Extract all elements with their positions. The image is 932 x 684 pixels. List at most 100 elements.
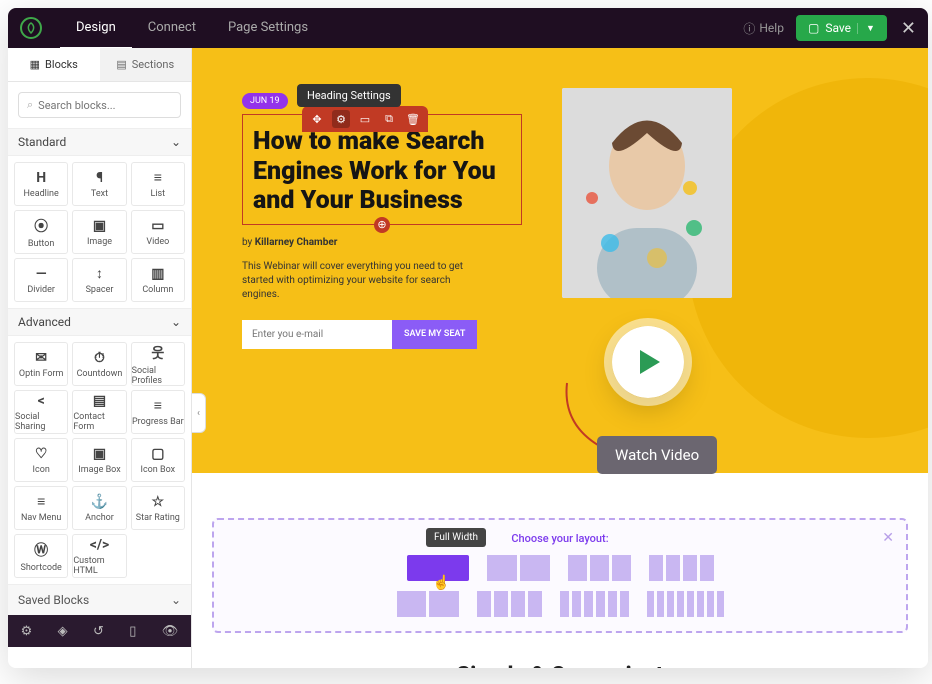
block-headline[interactable]: HHeadline bbox=[14, 162, 68, 206]
chevron-down-icon: ⌄ bbox=[171, 135, 181, 149]
date-tag: JUN 19 bbox=[242, 93, 288, 109]
block-contact-form[interactable]: ▤Contact Form bbox=[72, 390, 126, 434]
block-label: Divider bbox=[27, 285, 55, 295]
block-button[interactable]: ⦿Button bbox=[14, 210, 68, 254]
heading-settings-tooltip: Heading Settings bbox=[297, 84, 401, 107]
icon-icon: ♡ bbox=[35, 446, 48, 462]
block-label: Icon Box bbox=[141, 465, 176, 475]
submit-button[interactable]: SAVE MY SEAT bbox=[392, 320, 477, 349]
layout-option-4col[interactable] bbox=[649, 555, 714, 581]
nav-design[interactable]: Design bbox=[60, 8, 132, 49]
move-icon[interactable]: ✥ bbox=[308, 110, 326, 128]
watch-video-button[interactable]: Watch Video bbox=[597, 436, 717, 474]
spacer-icon: ↕ bbox=[96, 265, 103, 282]
app-logo-icon bbox=[20, 17, 42, 39]
top-bar: Design Connect Page Settings ⓘHelp ▢ Sav… bbox=[8, 8, 928, 48]
block-icon[interactable]: ♡Icon bbox=[14, 438, 68, 482]
group-advanced-header[interactable]: Advanced⌄ bbox=[8, 308, 191, 336]
block-column[interactable]: ▥Column bbox=[131, 258, 185, 302]
block-label: Shortcode bbox=[20, 563, 61, 573]
group-standard-header[interactable]: Standard⌄ bbox=[8, 128, 191, 156]
sections-icon: ▤ bbox=[116, 58, 126, 71]
block-social-profiles[interactable]: 웃 Social Profiles bbox=[131, 342, 185, 386]
optin-form: SAVE MY SEAT bbox=[242, 320, 522, 349]
block-progress-bar[interactable]: ≡ Progress Bar bbox=[131, 390, 185, 434]
preview-eye-icon[interactable]: 👁 bbox=[162, 624, 179, 639]
block-shortcode[interactable]: ⓌShortcode bbox=[14, 534, 68, 578]
text-icon: ¶ bbox=[96, 170, 103, 186]
layout-option-full[interactable]: ☝ bbox=[407, 555, 469, 581]
divider-icon: — bbox=[36, 266, 47, 282]
layout-option-5col[interactable] bbox=[477, 591, 542, 617]
sidebar-collapse-handle[interactable]: ‹ bbox=[192, 393, 206, 433]
save-dropdown-icon[interactable]: ▼ bbox=[857, 23, 875, 34]
block-star-rating[interactable]: ☆Star Rating bbox=[131, 486, 185, 530]
block-spacer[interactable]: ↕ Spacer bbox=[72, 258, 126, 302]
duplicate-icon[interactable]: ⧉ bbox=[380, 110, 398, 128]
gear-icon[interactable]: ⚙ bbox=[332, 110, 350, 128]
layout-option-1-2[interactable] bbox=[397, 591, 459, 617]
block-anchor[interactable]: ⚓Anchor bbox=[72, 486, 126, 530]
style-icon[interactable]: ▭ bbox=[356, 110, 374, 128]
element-toolbar: ✥ ⚙ ▭ ⧉ 🗑 bbox=[302, 106, 428, 132]
email-input[interactable] bbox=[242, 320, 392, 349]
social-profiles-icon: 웃 bbox=[151, 343, 164, 363]
cursor-hand-icon: ☝ bbox=[433, 575, 450, 591]
tab-sections[interactable]: ▤Sections bbox=[100, 48, 192, 81]
save-icon: ▢ bbox=[808, 21, 819, 35]
block-label: Headline bbox=[24, 189, 59, 199]
canvas: JUN 19 Heading Settings ✥ ⚙ ▭ ⧉ 🗑 bbox=[192, 48, 928, 668]
blocks-icon: ▦ bbox=[30, 58, 40, 71]
block-divider[interactable]: — Divider bbox=[14, 258, 68, 302]
block-countdown[interactable]: ⏱Countdown bbox=[72, 342, 126, 386]
block-video[interactable]: ▭Video bbox=[131, 210, 185, 254]
block-nav-menu[interactable]: ≡Nav Menu bbox=[14, 486, 68, 530]
progress-bar-icon: ≡ bbox=[154, 397, 162, 414]
search-input[interactable] bbox=[38, 99, 172, 112]
play-icon bbox=[640, 350, 660, 374]
layout-option-8col[interactable] bbox=[647, 591, 724, 617]
tab-blocks[interactable]: ▦Blocks bbox=[8, 48, 100, 81]
nav-page-settings[interactable]: Page Settings bbox=[212, 8, 324, 49]
block-icon-box[interactable]: ▢Icon Box bbox=[131, 438, 185, 482]
block-label: Social Profiles bbox=[132, 366, 184, 386]
block-label: Anchor bbox=[85, 513, 114, 523]
block-image-box[interactable]: ▣Image Box bbox=[72, 438, 126, 482]
close-icon[interactable]: ✕ bbox=[882, 530, 894, 546]
delete-icon[interactable]: 🗑 bbox=[404, 110, 422, 128]
layout-option-2col[interactable] bbox=[487, 555, 550, 581]
search-box[interactable]: ⌕ bbox=[18, 92, 181, 118]
save-button[interactable]: ▢ Save ▼ bbox=[796, 15, 887, 41]
close-icon[interactable]: ✕ bbox=[901, 18, 916, 39]
block-label: Spacer bbox=[86, 285, 114, 295]
video-icon: ▭ bbox=[151, 218, 164, 234]
history-icon[interactable]: ↺ bbox=[93, 624, 104, 639]
layout-option-6col[interactable] bbox=[560, 591, 629, 617]
mobile-preview-icon[interactable]: ▯ bbox=[129, 624, 136, 639]
sidebar: ▦Blocks ▤Sections ⌕ Standard⌄ HHeadline¶… bbox=[8, 48, 192, 668]
block-label: Progress Bar bbox=[132, 417, 184, 427]
byline: by Killarney Chamber bbox=[242, 237, 522, 248]
contact-form-icon: ▤ bbox=[93, 393, 106, 409]
block-label: Column bbox=[142, 285, 173, 295]
block-list[interactable]: ≡List bbox=[131, 162, 185, 206]
layout-option-3col[interactable] bbox=[568, 555, 631, 581]
settings-icon[interactable]: ⚙ bbox=[21, 624, 33, 639]
sidebar-footer: ⚙ ◈ ↺ ▯ 👁 bbox=[8, 615, 191, 647]
optin-form-icon: ✉ bbox=[35, 350, 47, 366]
help-icon: ⓘ bbox=[743, 20, 755, 37]
page-heading[interactable]: How to make Search Engines Work for You … bbox=[253, 127, 511, 216]
help-link[interactable]: ⓘHelp bbox=[743, 20, 784, 37]
block-text[interactable]: ¶Text bbox=[72, 162, 126, 206]
nav-connect[interactable]: Connect bbox=[132, 8, 212, 49]
layers-icon[interactable]: ◈ bbox=[58, 624, 68, 639]
group-saved-header[interactable]: Saved Blocks⌄ bbox=[8, 584, 191, 615]
layout-chooser-title: Choose your layout: bbox=[228, 532, 892, 545]
block-custom-html[interactable]: </>Custom HTML bbox=[72, 534, 126, 578]
block-social-sharing[interactable]: <Social Sharing bbox=[14, 390, 68, 434]
block-optin-form[interactable]: ✉Optin Form bbox=[14, 342, 68, 386]
star-rating-icon: ☆ bbox=[152, 494, 165, 510]
block-label: Nav Menu bbox=[21, 513, 61, 523]
block-image[interactable]: ▣Image bbox=[72, 210, 126, 254]
play-video-button[interactable] bbox=[612, 326, 684, 398]
